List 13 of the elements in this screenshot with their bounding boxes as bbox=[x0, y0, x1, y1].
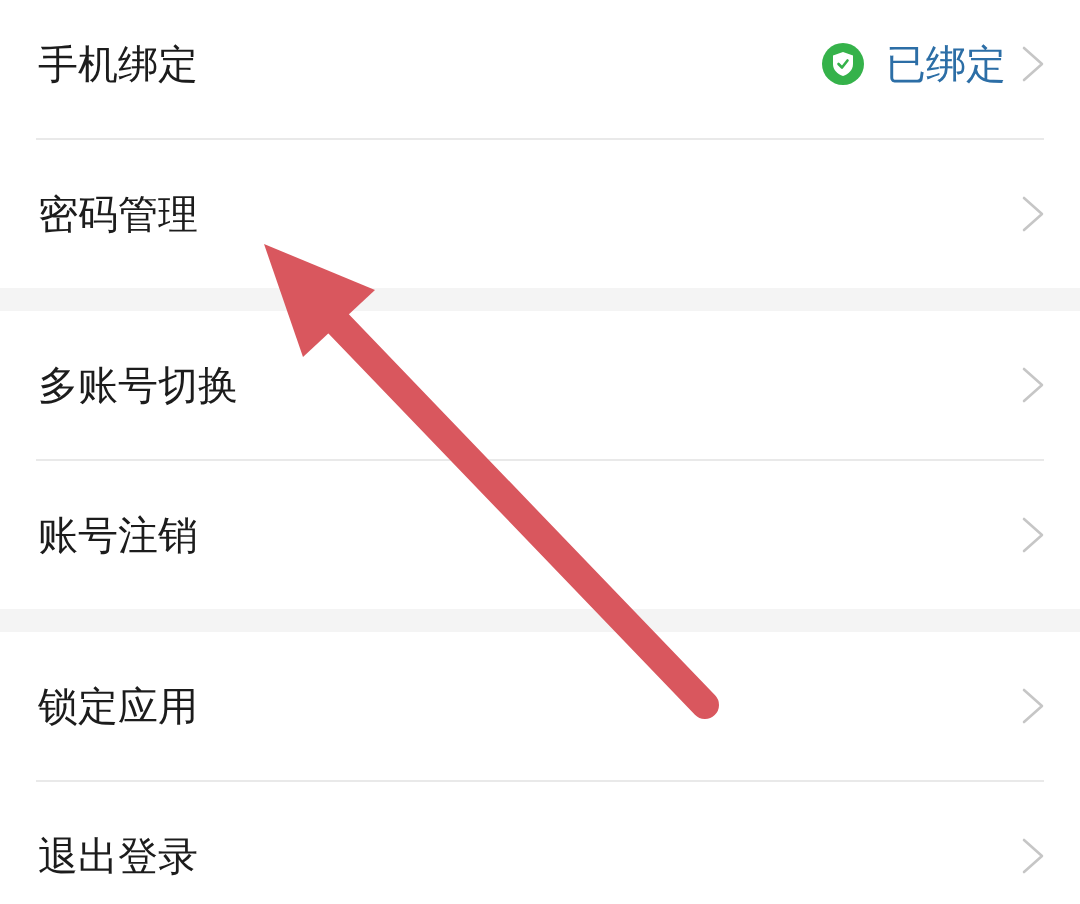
binding-status: 已绑定 bbox=[886, 40, 1006, 88]
chevron-right-icon bbox=[1022, 838, 1044, 874]
chevron-right-icon bbox=[1022, 517, 1044, 553]
settings-item[interactable]: 退出登录 bbox=[0, 782, 1080, 904]
settings-item[interactable]: 多账号切换 bbox=[0, 311, 1080, 459]
chevron-right-icon bbox=[1022, 688, 1044, 724]
settings-item[interactable]: 密码管理 bbox=[0, 140, 1080, 288]
chevron-right-icon bbox=[1022, 46, 1044, 82]
chevron-right-icon bbox=[1022, 196, 1044, 232]
settings-item[interactable]: 手机绑定 已绑定 bbox=[0, 0, 1080, 138]
settings-item[interactable]: 锁定应用 bbox=[0, 632, 1080, 780]
settings-item[interactable]: 账号注销 bbox=[0, 461, 1080, 609]
chevron-right-icon bbox=[1022, 367, 1044, 403]
